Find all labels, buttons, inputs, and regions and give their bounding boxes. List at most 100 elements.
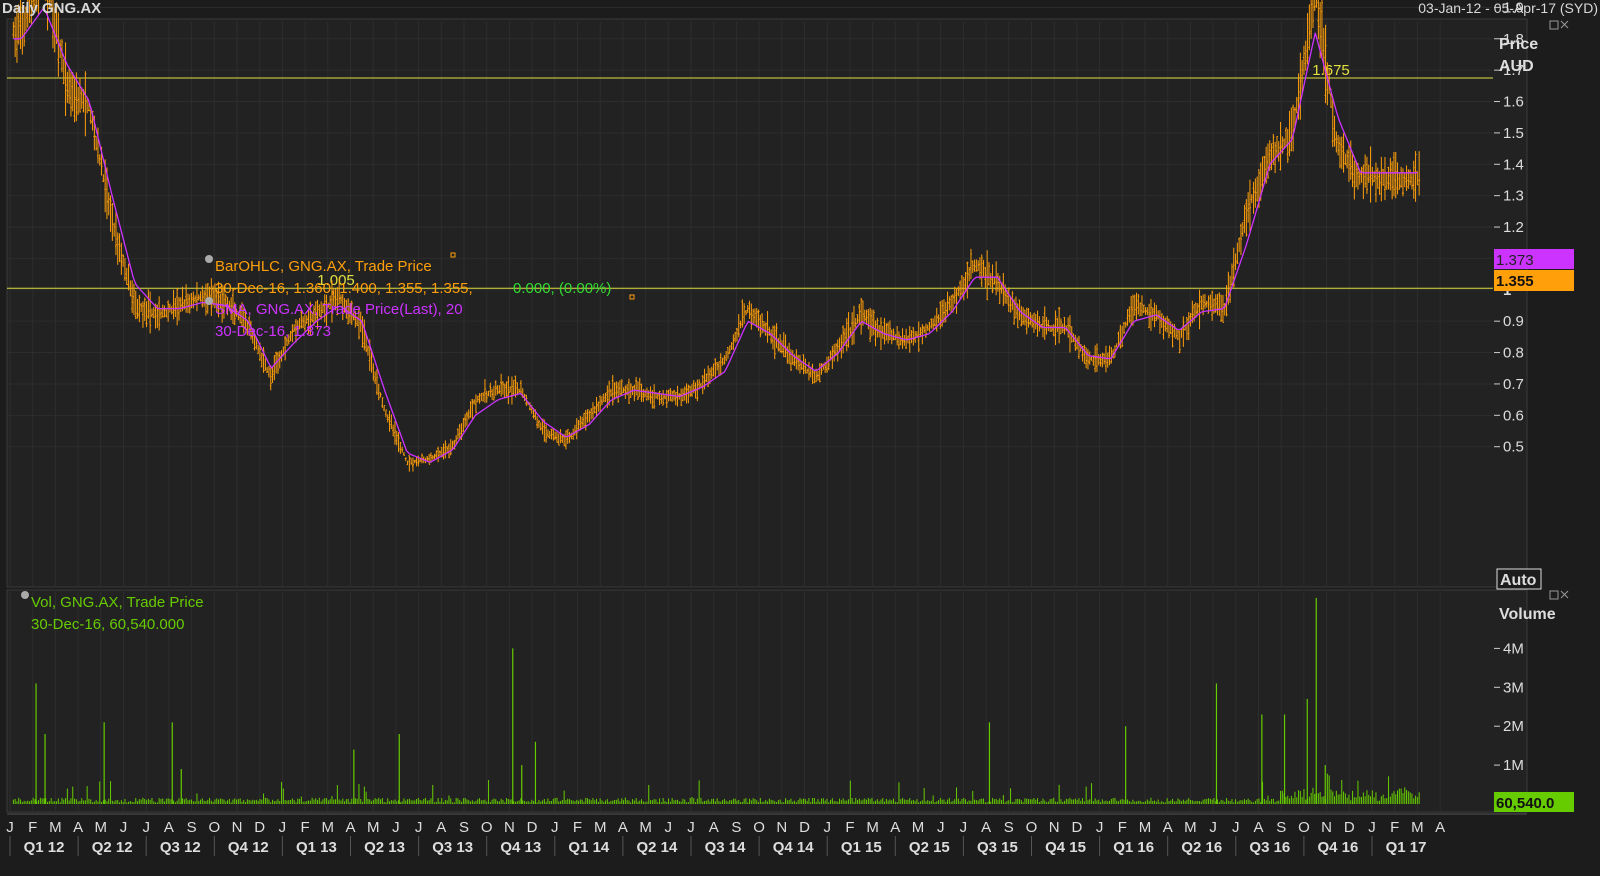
- month-label: S: [187, 819, 197, 836]
- price-tick-label: 0.8: [1503, 345, 1524, 362]
- month-label: A: [345, 819, 355, 836]
- volume-tick-label: 1M: [1503, 757, 1524, 774]
- sma-legend-title: SMA, GNG.AX, Trade Price(Last), 20: [215, 301, 463, 318]
- month-label: A: [709, 819, 719, 836]
- volume-last-value: 60,540.0: [1496, 795, 1554, 812]
- month-label: J: [142, 819, 150, 836]
- ohlc-legend-values: 30-Dec-16, 1.360, 1.400, 1.355, 1.355,: [215, 280, 473, 297]
- quarter-label: Q2 13: [364, 839, 405, 856]
- month-label: N: [776, 819, 787, 836]
- volume-pane[interactable]: [6, 589, 1528, 813]
- month-label: A: [981, 819, 991, 836]
- month-label: J: [1232, 819, 1240, 836]
- price-volume-chart[interactable]: 2.0561.6751.005 21.91.81.71.61.51.41.31.…: [0, 0, 1600, 876]
- month-label: A: [618, 819, 628, 836]
- month-label: J: [665, 819, 673, 836]
- level-label: 1.675: [1312, 62, 1350, 79]
- price-tick-label: 1.4: [1503, 156, 1524, 173]
- month-label: M: [1184, 819, 1197, 836]
- month-label: A: [1435, 819, 1445, 836]
- price-tick-label: 0.5: [1503, 439, 1524, 456]
- month-label: A: [890, 819, 900, 836]
- quarter-label: Q1 14: [568, 839, 610, 856]
- quarter-label: Q1 13: [296, 839, 337, 856]
- month-label: J: [823, 819, 831, 836]
- month-label: S: [459, 819, 469, 836]
- month-label: J: [551, 819, 559, 836]
- quarter-label: Q1 16: [1113, 839, 1154, 856]
- month-label: M: [322, 819, 335, 836]
- month-label: M: [866, 819, 879, 836]
- volume-tick-label: 3M: [1503, 679, 1524, 696]
- month-label: D: [527, 819, 538, 836]
- month-label: O: [753, 819, 765, 836]
- price-tick-label: 0.6: [1503, 407, 1524, 424]
- date-range: 03-Jan-12 - 05-Apr-17 (SYD): [1418, 0, 1598, 16]
- price-tick-label: 0.9: [1503, 313, 1524, 330]
- month-label: M: [594, 819, 607, 836]
- sma-legend-icon[interactable]: [205, 297, 213, 305]
- month-label: N: [504, 819, 515, 836]
- price-tick-label: 1.5: [1503, 125, 1524, 142]
- ohlc-legend-change: 0.000, (0.00%): [513, 280, 611, 297]
- month-label: N: [1049, 819, 1060, 836]
- month-label: D: [799, 819, 810, 836]
- month-label: O: [208, 819, 220, 836]
- month-label: J: [960, 819, 968, 836]
- month-label: A: [436, 819, 446, 836]
- volume-tick-label: 4M: [1503, 640, 1524, 657]
- quarter-label: Q3 16: [1249, 839, 1290, 856]
- chart-title: Daily GNG.AX: [2, 0, 101, 17]
- month-label: M: [367, 819, 380, 836]
- volume-legend-icon[interactable]: [21, 591, 29, 599]
- month-label: F: [301, 819, 310, 836]
- volume-legend-values: 30-Dec-16, 60,540.000: [31, 616, 184, 633]
- volume-tick-label: 2M: [1503, 718, 1524, 735]
- month-label: S: [1004, 819, 1014, 836]
- price-tick-label: 1.6: [1503, 94, 1524, 111]
- quarter-label: Q2 15: [909, 839, 950, 856]
- month-label: S: [1276, 819, 1286, 836]
- quarter-label: Q2 16: [1181, 839, 1222, 856]
- price-tick-label: 0.7: [1503, 376, 1524, 393]
- volume-axis-label: Volume: [1499, 606, 1556, 623]
- month-label: F: [1390, 819, 1399, 836]
- month-label: O: [1026, 819, 1038, 836]
- month-label: J: [1209, 819, 1217, 836]
- month-label: F: [845, 819, 854, 836]
- ohlc-legend-icon[interactable]: [205, 255, 213, 263]
- month-label: D: [1344, 819, 1355, 836]
- month-label: J: [120, 819, 128, 836]
- month-label: M: [1139, 819, 1152, 836]
- month-label: J: [415, 819, 423, 836]
- month-label: M: [49, 819, 62, 836]
- quarter-label: Q4 14: [773, 839, 815, 856]
- sma-last-value: 1.373: [1496, 252, 1534, 269]
- month-label: F: [573, 819, 582, 836]
- month-label: F: [1118, 819, 1127, 836]
- quarter-label: Q3 14: [705, 839, 747, 856]
- volume-legend-title: Vol, GNG.AX, Trade Price: [31, 594, 204, 611]
- month-label: O: [481, 819, 493, 836]
- month-label: J: [279, 819, 287, 836]
- ohlc-legend-title: BarOHLC, GNG.AX, Trade Price: [215, 258, 432, 275]
- quarter-label: Q1 17: [1386, 839, 1427, 856]
- month-label: J: [687, 819, 695, 836]
- quarter-label: Q3 12: [160, 839, 201, 856]
- month-label: J: [6, 819, 14, 836]
- month-label: A: [1163, 819, 1173, 836]
- quarter-label: Q1 12: [24, 839, 65, 856]
- month-label: M: [95, 819, 108, 836]
- quarter-label: Q2 14: [637, 839, 679, 856]
- month-label: J: [1368, 819, 1376, 836]
- month-label: D: [254, 819, 265, 836]
- month-label: O: [1298, 819, 1310, 836]
- currency-label: AUD: [1499, 58, 1534, 75]
- month-label: J: [937, 819, 945, 836]
- quarter-label: Q2 12: [92, 839, 133, 856]
- month-label: J: [392, 819, 400, 836]
- price-tick-label: 1.2: [1503, 219, 1524, 236]
- quarter-label: Q4 15: [1045, 839, 1086, 856]
- month-label: A: [73, 819, 83, 836]
- price-tick-label: 1.3: [1503, 188, 1524, 205]
